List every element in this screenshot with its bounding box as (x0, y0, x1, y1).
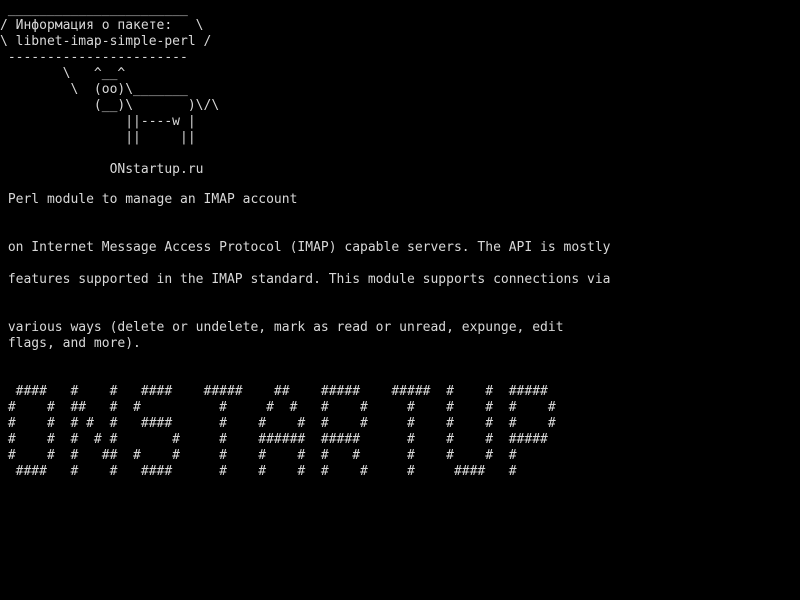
package-description-line: various ways (delete or undelete, mark a… (7, 320, 564, 351)
package-description-line: on Internet Message Access Protocol (IMA… (0, 240, 611, 255)
onstartup-ascii-banner: #### # # #### ##### ## ##### ##### # # #… (7, 384, 556, 479)
terminal-screen: _______________________ / Информация о п… (0, 0, 800, 600)
package-description-line: Perl module to manage an IMAP account (0, 192, 298, 207)
package-description-line: features supported in the IMAP standard.… (0, 272, 611, 287)
cowsay-ascii-art: _______________________ / Информация о п… (0, 2, 220, 177)
